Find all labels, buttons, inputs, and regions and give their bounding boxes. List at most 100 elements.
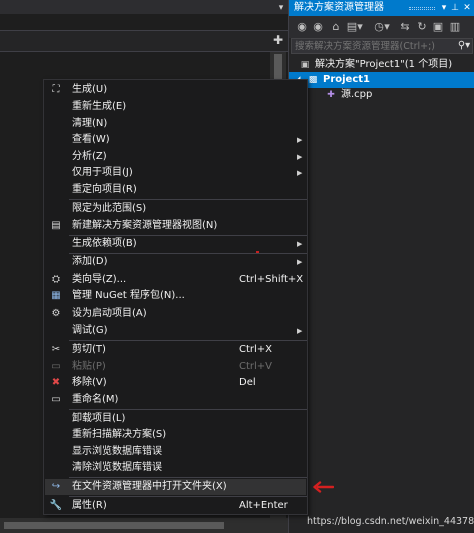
- cpp-project-icon: ▩: [308, 75, 318, 85]
- menu-item-label: 类向导(Z)...: [72, 274, 127, 285]
- menu-item[interactable]: 限定为此范围(S): [45, 201, 306, 217]
- menu-item[interactable]: 重新扫描解决方案(S): [45, 427, 306, 443]
- rename-icon: ▭: [51, 394, 61, 405]
- menu-item[interactable]: ▦ 管理 NuGet 程序包(N)...: [45, 288, 306, 304]
- watermark-text: https://blog.csdn.net/weixin_44378800: [307, 516, 474, 527]
- menu-item[interactable]: ✖ 移除(V) Del: [45, 375, 306, 391]
- new-view-icon: ▤: [51, 220, 61, 231]
- tree-item-project[interactable]: ◢ ▩ Project1: [289, 72, 474, 88]
- menu-item[interactable]: ✂ 剪切(T) Ctrl+X: [45, 342, 306, 358]
- submenu-arrow-icon: ▶: [297, 327, 303, 335]
- annotation-arrow-icon: [313, 481, 334, 493]
- show-all-files-icon[interactable]: ▥: [447, 19, 463, 35]
- pin-icon[interactable]: ⊥: [449, 0, 461, 16]
- search-input[interactable]: [295, 39, 455, 53]
- menu-item-label: 设为启动项目(A): [72, 308, 147, 319]
- menu-item[interactable]: ⚙ 设为启动项目(A): [45, 306, 306, 322]
- menu-item-label: 显示浏览数据库错误: [72, 446, 162, 457]
- tree-item-label: 解决方案"Project1"(1 个项目): [315, 59, 453, 70]
- menu-item-label: 查看(W): [72, 134, 110, 145]
- menu-item[interactable]: 生成依赖项(B) ▶: [45, 236, 306, 252]
- menu-item[interactable]: ↪ 在文件资源管理器中打开文件夹(X): [45, 479, 306, 495]
- menu-item[interactable]: 重新生成(E): [45, 99, 306, 115]
- submenu-arrow-icon: ▶: [297, 240, 303, 248]
- menu-item[interactable]: 清理(N): [45, 116, 306, 132]
- menu-separator: [69, 409, 307, 410]
- remove-icon: ✖: [51, 377, 61, 388]
- menu-item[interactable]: ▤ 新建解决方案资源管理器视图(N): [45, 218, 306, 234]
- menu-item[interactable]: 🔧 属性(R) Alt+Enter: [45, 498, 306, 514]
- menu-item-label: 调试(G): [72, 325, 108, 336]
- menu-item[interactable]: 调试(G) ▶: [45, 323, 306, 339]
- search-icon[interactable]: ⚲▾: [456, 39, 472, 53]
- tree-item-label: 源.cpp: [341, 89, 373, 100]
- wrench-icon: 🔧: [49, 500, 63, 511]
- refresh-icon[interactable]: ↻: [414, 19, 430, 35]
- menu-item[interactable]: 分析(Z) ▶: [45, 149, 306, 165]
- solution-explorer-scrollbar[interactable]: [449, 54, 471, 514]
- menu-item-label: 管理 NuGet 程序包(N)...: [72, 290, 185, 301]
- menu-item[interactable]: 显示浏览数据库错误: [45, 444, 306, 460]
- cpp-file-icon: ✚: [327, 90, 335, 100]
- menu-item-label: 添加(D): [72, 256, 108, 267]
- menu-item-label: 仅用于项目(J): [72, 167, 133, 178]
- menu-item[interactable]: ▭ 重命名(M): [45, 392, 306, 408]
- submenu-arrow-icon: ▶: [297, 258, 303, 266]
- annotation-mark: [256, 251, 259, 253]
- chevron-down-icon[interactable]: ▾: [383, 19, 391, 35]
- menu-item-label: 属性(R): [72, 500, 107, 511]
- tree-item-solution[interactable]: ▣ 解决方案"Project1"(1 个项目): [289, 57, 474, 73]
- menu-separator: [69, 496, 307, 497]
- editor-title-bar: [0, 0, 288, 14]
- forward-icon[interactable]: ◉: [310, 19, 326, 35]
- search-box[interactable]: ⚲▾: [291, 38, 473, 54]
- menu-item-label: 分析(Z): [72, 151, 107, 162]
- menu-item-label: 在文件资源管理器中打开文件夹(X): [72, 481, 227, 492]
- menu-item-label: 重新扫描解决方案(S): [72, 429, 167, 440]
- menu-item[interactable]: ⛶ 生成(U): [45, 82, 306, 98]
- menu-separator: [69, 340, 307, 341]
- menu-item-label: 移除(V): [72, 377, 107, 388]
- panel-title-text: 解决方案资源管理器: [294, 2, 384, 13]
- menu-item-label: 清除浏览数据库错误: [72, 462, 162, 473]
- editor-horizontal-scroll-thumb[interactable]: [4, 522, 224, 529]
- menu-item-shortcut: Ctrl+V: [239, 361, 273, 372]
- menu-item[interactable]: 清除浏览数据库错误: [45, 460, 306, 476]
- submenu-arrow-icon: ▶: [297, 153, 303, 161]
- nuget-icon: ▦: [51, 290, 61, 301]
- menu-item-label: 限定为此范围(S): [72, 203, 147, 214]
- dropdown-arrow-icon[interactable]: ▾: [276, 3, 286, 13]
- chevron-down-icon[interactable]: ▾: [356, 19, 364, 35]
- collapse-all-icon[interactable]: ▣: [430, 19, 446, 35]
- menu-item[interactable]: 重定向项目(R): [45, 182, 306, 198]
- menu-item-label: 生成(U): [72, 84, 108, 95]
- menu-item-label: 清理(N): [72, 118, 108, 129]
- menu-item-label: 重命名(M): [72, 394, 119, 405]
- home-icon[interactable]: ⌂: [328, 19, 344, 35]
- menu-item-shortcut: Ctrl+Shift+X: [239, 274, 304, 285]
- scissors-icon: ✂: [51, 344, 61, 355]
- menu-item[interactable]: ⛭ 类向导(Z)... Ctrl+Shift+X: [45, 272, 306, 288]
- paste-icon: ▭: [51, 361, 61, 372]
- solution-explorer-toolbar: ◉ ◉ ⌂ ▤ ▾ ◷ ▾ ⇆ ↻ ▣ ▥: [289, 16, 474, 38]
- sync-icon[interactable]: ⇆: [397, 19, 413, 35]
- menu-item[interactable]: 查看(W) ▶: [45, 132, 306, 148]
- close-icon[interactable]: ✕: [461, 0, 473, 16]
- submenu-arrow-icon: ▶: [297, 136, 303, 144]
- menu-separator: [69, 199, 307, 200]
- back-icon[interactable]: ◉: [294, 19, 310, 35]
- menu-item-shortcut: Ctrl+X: [239, 344, 273, 355]
- build-icon: ⛶: [52, 84, 60, 95]
- menu-item-label: 生成依赖项(B): [72, 238, 137, 249]
- menu-item-label: 重新生成(E): [72, 101, 127, 112]
- gear-icon: ⚙: [51, 308, 61, 319]
- menu-item[interactable]: 添加(D) ▶: [45, 254, 306, 270]
- tree-item-file[interactable]: ✚ 源.cpp: [289, 87, 474, 103]
- menu-item[interactable]: 卸载项目(L): [45, 411, 306, 427]
- menu-item[interactable]: 仅用于项目(J) ▶: [45, 165, 306, 181]
- submenu-arrow-icon: ▶: [297, 169, 303, 177]
- split-editor-icon[interactable]: ✚: [271, 33, 285, 47]
- tree-item-label: Project1: [323, 74, 371, 85]
- title-grip: [409, 7, 435, 10]
- menu-item[interactable]: ▭ 粘贴(P) Ctrl+V: [45, 359, 306, 375]
